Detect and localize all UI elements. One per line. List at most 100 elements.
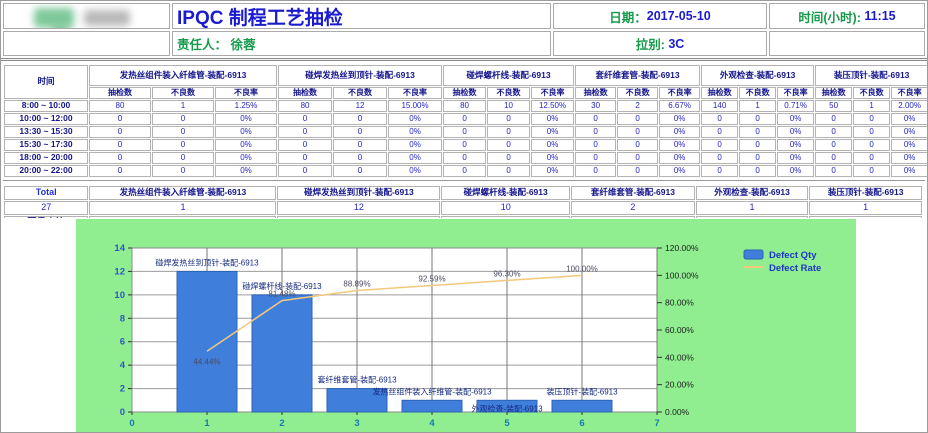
- table-cell: 20:00 ~ 22:00: [4, 165, 88, 177]
- table-cell: 80: [278, 100, 332, 112]
- legend-bar-swatch: [744, 250, 763, 259]
- table-cell: 12.50%: [531, 100, 574, 112]
- table-cell: 27: [4, 201, 88, 215]
- right-axis-label: 120.00%: [665, 243, 699, 253]
- table-cell: 10: [441, 201, 570, 215]
- table-cell: 0: [443, 126, 486, 138]
- table-cell: 0: [739, 126, 776, 138]
- table-cell: 0: [853, 113, 890, 125]
- table-cell: 0: [701, 126, 738, 138]
- table-cell: 0: [443, 152, 486, 164]
- table-cell: 10:00 ~ 12:00: [4, 113, 88, 125]
- bar-category-label: 碰焊发热丝到顶针-装配-6913: [155, 257, 259, 267]
- table-cell: 0: [575, 165, 616, 177]
- ipqc-report-page: IPQC 制程工艺抽检 日期： 2017-05-10 时间(小时): 11:15…: [0, 0, 928, 433]
- table-cell: 1: [853, 100, 890, 112]
- subheader-rate: 不良率: [891, 87, 928, 99]
- table-cell: 1: [809, 201, 922, 215]
- table-cell: 0: [278, 165, 332, 177]
- legend-defect-qty-label: Defect Qty: [769, 250, 817, 261]
- table-cell: 0: [815, 165, 852, 177]
- right-axis-label: 100.00%: [665, 270, 699, 280]
- table-cell: 0%: [388, 126, 442, 138]
- table-cell: 0: [278, 113, 332, 125]
- table-cell: 2: [617, 100, 658, 112]
- table-cell: 2.00%: [891, 100, 928, 112]
- hour-label: 时间(小时):: [798, 7, 864, 26]
- table-cell: 0%: [531, 139, 574, 151]
- logo-blurred-gray: [84, 10, 130, 26]
- table-cell: 0: [152, 152, 214, 164]
- table-cell: 1: [696, 201, 809, 215]
- inspection-body: 8:00 ~ 10:008011.25%801215.00%801012.50%…: [4, 100, 928, 177]
- table-cell: 0%: [777, 113, 814, 125]
- table-cell: 0: [617, 165, 658, 177]
- left-axis-label: 10: [114, 290, 125, 301]
- tables-section: 时间 发热丝组件装入纤维管-装配-6913 碰焊发热丝到顶针-装配-6913 碰…: [3, 64, 925, 231]
- table-cell: 0%: [777, 165, 814, 177]
- table-cell: 0: [89, 113, 151, 125]
- table-cell: 0: [152, 165, 214, 177]
- table-row: 8:00 ~ 10:008011.25%801215.00%801012.50%…: [4, 100, 928, 112]
- table-cell: 0%: [891, 139, 928, 151]
- table-cell: 2: [571, 201, 695, 215]
- table-cell: 0: [333, 139, 387, 151]
- logo-cell: [3, 3, 170, 29]
- table-cell: 12: [277, 201, 440, 215]
- table-cell: 0%: [891, 165, 928, 177]
- date-cell: 日期： 2017-05-10: [553, 3, 767, 29]
- group-header-1: 发热丝组件装入纤维管-装配-6913: [89, 65, 277, 86]
- table-cell: 0: [89, 152, 151, 164]
- subheader-sample: 抽检数: [575, 87, 616, 99]
- page-title: IPQC 制程工艺抽检: [172, 3, 551, 29]
- time-header: 时间: [4, 65, 88, 99]
- rate-point-label: 81.48%: [268, 290, 295, 299]
- owner-cell: 责任人： 徐蓉: [172, 31, 551, 56]
- table-cell: 0%: [777, 152, 814, 164]
- table-cell: 0: [278, 152, 332, 164]
- chart-background: 碰焊发热丝到顶针-装配-6913碰焊螺杆线-装配-6913套纤维套管-装配-69…: [76, 219, 856, 433]
- table-cell: 80: [443, 100, 486, 112]
- hour-cell: 时间(小时): 11:15: [769, 3, 925, 29]
- table-cell: 0%: [388, 165, 442, 177]
- table-cell: 0%: [215, 113, 277, 125]
- table-cell: 0%: [531, 113, 574, 125]
- table-cell: 0%: [215, 139, 277, 151]
- table-cell: 0: [443, 165, 486, 177]
- table-cell: 0%: [531, 165, 574, 177]
- table-cell: 140: [701, 100, 738, 112]
- table-cell: 0%: [388, 152, 442, 164]
- table-cell: 1.25%: [215, 100, 277, 112]
- defect-qty-bar: [177, 271, 237, 412]
- table-cell: 0: [815, 113, 852, 125]
- right-axis-label: 40.00%: [665, 352, 694, 362]
- date-label: 日期：: [609, 7, 647, 26]
- subheader-rate: 不良率: [659, 87, 700, 99]
- table-cell: 1: [152, 100, 214, 112]
- table-cell: 0: [443, 139, 486, 151]
- subheader-defect: 不良数: [739, 87, 776, 99]
- legend-defect-rate-label: Defect Rate: [769, 263, 821, 274]
- left-axis-label: 4: [120, 360, 126, 371]
- table-cell: 1: [89, 201, 276, 215]
- table-cell: 0: [487, 152, 530, 164]
- table-cell: 0: [575, 152, 616, 164]
- subheader-defect: 不良数: [487, 87, 530, 99]
- table-cell: 0%: [891, 126, 928, 138]
- rate-point-label: 92.59%: [418, 274, 445, 283]
- table-cell: 0: [815, 152, 852, 164]
- owner-label: 责任人：: [177, 34, 230, 53]
- bar-category-label: 外观检查-装配-6913: [471, 403, 543, 413]
- table-cell: 0%: [388, 139, 442, 151]
- report-header: IPQC 制程工艺抽检 日期： 2017-05-10 时间(小时): 11:15…: [3, 3, 925, 56]
- table-cell: 0: [739, 139, 776, 151]
- inspection-table: 时间 发热丝组件装入纤维管-装配-6913 碰焊发热丝到顶针-装配-6913 碰…: [3, 64, 928, 178]
- table-cell: 0: [815, 139, 852, 151]
- table-cell: 0%: [388, 113, 442, 125]
- bar-category-label: 装压顶针-装配-6913: [546, 386, 618, 396]
- table-cell: 0: [853, 152, 890, 164]
- subheader-defect: 不良数: [152, 87, 214, 99]
- table-cell: 6.67%: [659, 100, 700, 112]
- line-label: 拉别:: [636, 34, 669, 53]
- table-cell: 0: [617, 126, 658, 138]
